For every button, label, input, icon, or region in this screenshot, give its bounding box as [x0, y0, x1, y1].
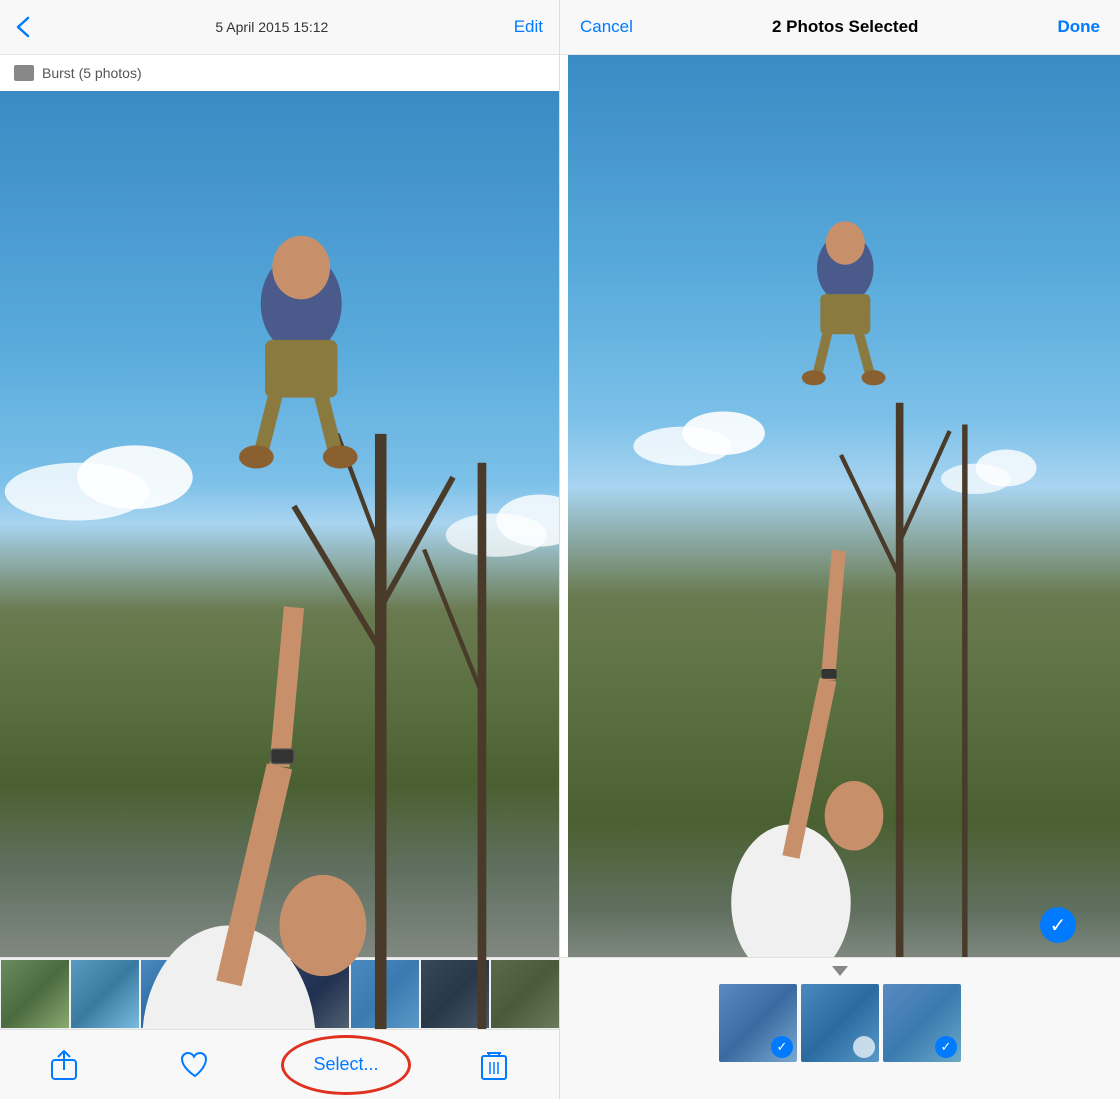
main-photo-scene [0, 91, 559, 957]
selection-indicator-triangle [832, 966, 848, 976]
bottom-toolbar: Select... [0, 1029, 559, 1099]
check-icon: ✓ [1050, 913, 1067, 938]
main-photo [0, 91, 559, 957]
cancel-button[interactable]: Cancel [580, 17, 633, 37]
selection-title: 2 Photos Selected [772, 17, 918, 37]
delete-button[interactable] [481, 1050, 507, 1080]
right-thumb-3[interactable]: ✓ [883, 984, 961, 1062]
thumb-check-1: ✓ [771, 1036, 793, 1058]
right-header: Cancel 2 Photos Selected Done [560, 0, 1120, 55]
right-photo-scene [568, 55, 1090, 957]
selection-checkmark: ✓ [1040, 907, 1076, 943]
right-photo-area: ✓ [560, 55, 1120, 957]
favorite-button[interactable] [180, 1051, 210, 1079]
right-panel: Cancel 2 Photos Selected Done [560, 0, 1120, 1099]
right-bottom-area: ✓ ✓ [560, 957, 1120, 1099]
thumb-check-2 [853, 1036, 875, 1058]
share-button[interactable] [51, 1050, 77, 1080]
photo-separator [560, 55, 568, 957]
right-main-photo: ✓ [568, 55, 1090, 957]
partial-photo [1090, 55, 1120, 957]
select-button-wrapper: Select... [313, 1054, 378, 1075]
left-panel: 5 April 2015 15:12 Edit Burst (5 photos) [0, 0, 560, 1099]
right-thumbnail-strip: ✓ ✓ [711, 980, 969, 1066]
done-button[interactable]: Done [1057, 17, 1100, 37]
select-button[interactable]: Select... [313, 1054, 378, 1075]
thumb-check-3: ✓ [935, 1036, 957, 1058]
right-thumb-1[interactable]: ✓ [719, 984, 797, 1062]
right-thumb-2[interactable] [801, 984, 879, 1062]
